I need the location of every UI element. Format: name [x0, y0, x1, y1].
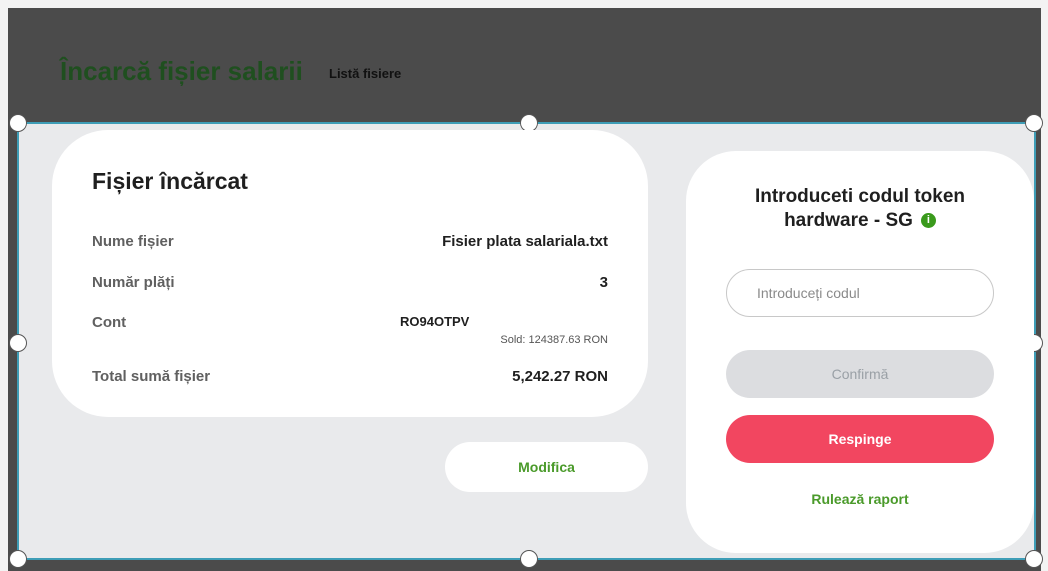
info-icon[interactable]: i	[920, 213, 936, 229]
selection-canvas: Fișier încărcat Nume fișier Fisier plata…	[9, 114, 1043, 568]
uploaded-file-card: Fișier încărcat Nume fișier Fisier plata…	[52, 130, 648, 417]
header: Încarcă fișier salarii Listă fisiere	[8, 8, 1041, 123]
run-report-link[interactable]: Rulează raport	[686, 491, 1034, 507]
file-name-label: Nume fișier	[92, 233, 174, 250]
token-title-line2: hardware - SG	[784, 210, 913, 231]
resize-handle-middle-left[interactable]	[9, 334, 27, 352]
file-list-link[interactable]: Listă fisiere	[329, 66, 401, 81]
confirm-button[interactable]: Confirmă	[726, 350, 994, 398]
total-amount-value: 5,242.27 RON	[512, 368, 608, 385]
resize-handle-bottom-right[interactable]	[1025, 550, 1043, 568]
resize-handle-top-left[interactable]	[9, 114, 27, 132]
token-card-title: Introduceti codul token hardware - SG i	[686, 185, 1034, 233]
page-title: Încarcă fișier salarii	[60, 56, 303, 86]
account-value: RO94OTPV	[400, 314, 470, 329]
file-card-title: Fișier încărcat	[92, 168, 248, 194]
token-card: Introduceti codul token hardware - SG i C…	[686, 151, 1034, 553]
modify-button[interactable]: Modifica	[445, 442, 648, 492]
reject-button[interactable]: Respinge	[726, 415, 994, 463]
resize-handle-bottom-left[interactable]	[9, 550, 27, 568]
token-code-input[interactable]	[726, 269, 994, 317]
resize-handle-top-right[interactable]	[1025, 114, 1043, 132]
total-amount-label: Total sumă fișier	[92, 368, 211, 385]
resize-handle-bottom-center[interactable]	[520, 550, 538, 568]
file-name-value: Fisier plata salariala.txt	[442, 233, 608, 250]
account-label: Cont	[92, 314, 127, 331]
app-frame: Încarcă fișier salarii Listă fisiere Fiș…	[8, 8, 1043, 571]
token-title-line1: Introduceti codul token	[754, 186, 966, 207]
account-balance: Sold: 124387.63 RON	[500, 334, 608, 346]
payments-count-label: Număr plăți	[92, 274, 175, 291]
payments-count-value: 3	[599, 274, 608, 291]
